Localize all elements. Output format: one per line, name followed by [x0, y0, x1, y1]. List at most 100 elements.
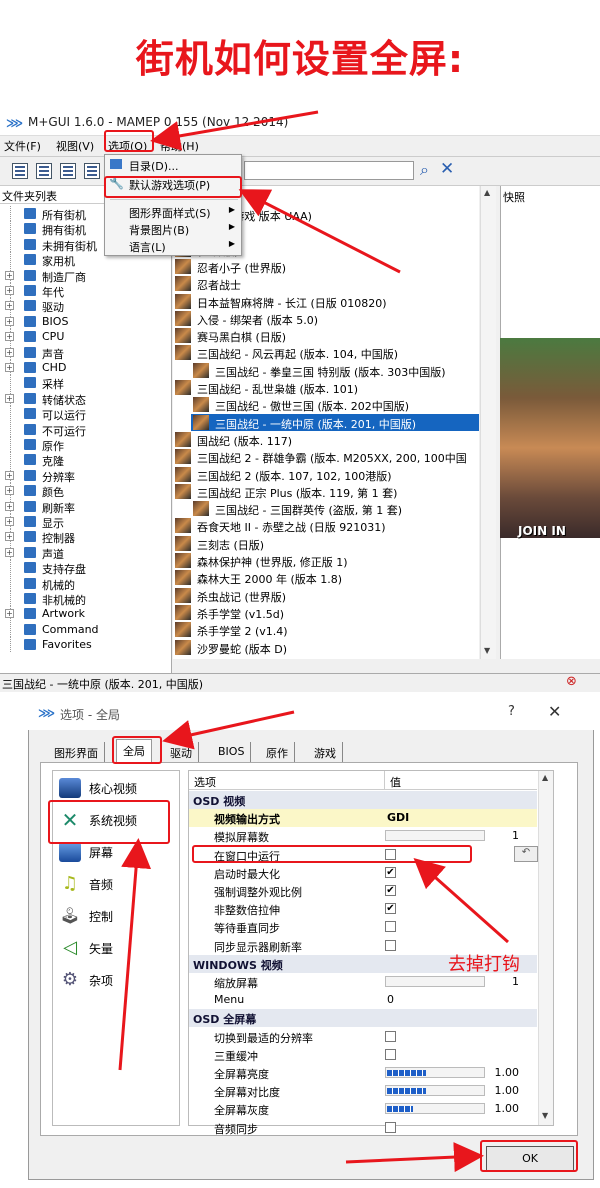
option-checkbox[interactable]: ✔	[385, 866, 396, 878]
folder-item[interactable]: + 显示	[0, 514, 172, 530]
menu-item-language[interactable]: 语言(L) ▶	[105, 237, 241, 254]
option-row[interactable]: 等待垂直同步	[189, 918, 537, 936]
category-core-video[interactable]: 核心视频	[55, 773, 173, 803]
expand-icon[interactable]: +	[5, 609, 14, 619]
expand-icon[interactable]: +	[5, 470, 14, 480]
game-row[interactable]: 杀手学堂 (v1.5d)	[173, 604, 479, 621]
option-spin-field[interactable]	[385, 830, 485, 842]
option-value[interactable]: GDI	[387, 811, 409, 824]
help-button[interactable]: ?	[508, 704, 515, 719]
folder-item[interactable]: + 年代	[0, 283, 172, 299]
option-checkbox[interactable]: ✔	[385, 885, 396, 896]
menu-view[interactable]: 视图(V)	[56, 138, 94, 154]
folder-item[interactable]: + CHD	[0, 360, 172, 375]
view-list-button[interactable]	[60, 163, 76, 179]
option-grid-scrollbar[interactable]: ▲ ▼	[538, 771, 553, 1125]
folder-item[interactable]: + 转储状态	[0, 390, 172, 407]
menu-item-directories[interactable]: 目录(D)...	[105, 156, 241, 173]
game-row[interactable]: 三国战纪 - 乱世枭雄 (版本. 101)	[173, 379, 479, 396]
option-row[interactable]: 全屏幕对比度 1.00	[189, 1082, 537, 1100]
clear-search-icon[interactable]: ✕	[440, 159, 454, 179]
category-audio[interactable]: ♫ 音频	[55, 869, 173, 899]
option-row[interactable]: 三重缓冲	[189, 1046, 537, 1064]
game-row[interactable]: 森林大王 2000 年 (版本 1.8)	[173, 569, 479, 586]
menu-file[interactable]: 文件(F)	[4, 138, 41, 154]
scroll-down-icon[interactable]: ▼	[542, 1111, 548, 1120]
game-row[interactable]: 三刻志 (日版)	[173, 535, 479, 552]
folder-item[interactable]: + 刷新率	[0, 498, 172, 515]
option-row[interactable]: 全屏幕灰度 1.00	[189, 1100, 537, 1118]
folder-item[interactable]: + CPU	[0, 329, 172, 345]
folder-item[interactable]: + 声音	[0, 344, 172, 361]
view-details-button[interactable]	[84, 163, 100, 179]
option-checkbox[interactable]: ✔	[385, 903, 396, 915]
menu-item-background-image[interactable]: 背景图片(B) ▶	[105, 220, 241, 237]
expand-icon[interactable]: +	[5, 547, 14, 557]
menu-item-gui-style[interactable]: 图形界面样式(S) ▶	[105, 203, 241, 220]
option-row[interactable]: 模拟屏幕数 1	[189, 827, 537, 845]
expand-icon[interactable]: +	[5, 486, 14, 496]
option-row[interactable]: Menu 0	[189, 991, 537, 1009]
search-input[interactable]	[244, 161, 414, 180]
view-small-icons-button[interactable]	[36, 163, 52, 179]
option-value[interactable]: 0	[387, 993, 394, 1006]
folder-item[interactable]: + 控制器	[0, 529, 172, 545]
expand-icon[interactable]: +	[5, 286, 14, 295]
game-row[interactable]: 日本益智麻将牌 - 长江 (日版 010820)	[173, 293, 479, 310]
game-row[interactable]: 吞食天地 II - 赤壁之战 (日版 921031)	[173, 517, 479, 534]
folder-item[interactable]: + 颜色	[0, 483, 172, 499]
game-row[interactable]: 三国战纪 - 傲世三国 (版本. 202中国版)	[191, 396, 479, 413]
tab-gui[interactable]: 图形界面	[48, 742, 105, 762]
folder-item[interactable]: + 制造厂商	[0, 267, 172, 284]
expand-icon[interactable]: +	[5, 501, 14, 511]
category-vector[interactable]: ◁ 矢量	[55, 933, 173, 963]
scroll-up-icon[interactable]: ▲	[484, 188, 490, 197]
option-row[interactable]: 视频输出方式 GDI	[189, 809, 537, 828]
folder-item[interactable]: 不可运行	[0, 421, 172, 438]
option-slider[interactable]	[385, 1067, 485, 1078]
category-controls[interactable]: 🕹 控制	[55, 901, 173, 931]
expand-icon[interactable]: +	[5, 301, 14, 311]
close-icon[interactable]: ✕	[548, 702, 561, 721]
search-icon[interactable]: ⌕	[420, 160, 429, 180]
tab-bios[interactable]: BIOS	[212, 742, 252, 762]
option-spin-field[interactable]	[385, 976, 485, 987]
option-slider[interactable]	[385, 1103, 485, 1115]
tab-game[interactable]: 游戏	[308, 742, 343, 762]
folder-item[interactable]: 克隆	[0, 452, 172, 468]
option-row[interactable]: 音频同步	[189, 1119, 537, 1137]
folder-item[interactable]: 采样	[0, 375, 172, 391]
reset-default-button[interactable]: ↶	[514, 846, 538, 862]
option-row[interactable]: 切换到最适的分辨率	[189, 1028, 537, 1046]
menu-help[interactable]: 帮助(H)	[160, 138, 199, 154]
option-row[interactable]: 启动时最大化 ✔	[189, 864, 537, 882]
folder-item[interactable]: 机械的	[0, 575, 172, 592]
game-row[interactable]: 三国战纪 - 一统中原 (版本. 201, 中国版)	[191, 413, 479, 431]
folder-item[interactable]: 非机械的	[0, 591, 172, 607]
expand-icon[interactable]: +	[5, 532, 14, 542]
game-row[interactable]: 三国战纪 2 - 群雄争霸 (版本. M205XX, 200, 100中国	[173, 448, 479, 465]
option-checkbox[interactable]	[385, 939, 396, 951]
folder-item[interactable]: 原作	[0, 437, 172, 453]
folder-item[interactable]: + Artwork	[0, 606, 172, 622]
tab-driver[interactable]: 驱动	[164, 742, 199, 762]
expand-icon[interactable]: +	[5, 270, 14, 280]
option-group-header[interactable]: OSD 视频	[189, 791, 537, 809]
expand-icon[interactable]: +	[5, 363, 14, 372]
game-row[interactable]: 森林保护神 (世界版, 修正版 1)	[173, 552, 479, 569]
game-row[interactable]: 赛马黑白棋 (日版)	[173, 327, 479, 344]
option-row[interactable]: 非整数倍拉伸 ✔	[189, 900, 537, 918]
scroll-down-icon[interactable]: ▼	[484, 646, 490, 655]
folder-item[interactable]: + BIOS	[0, 313, 172, 329]
folder-item[interactable]: Favorites	[0, 637, 172, 653]
game-row[interactable]: 忍者小子 (世界版)	[173, 258, 479, 275]
option-checkbox[interactable]	[385, 921, 396, 933]
game-row[interactable]: 杀虫战记 (世界版)	[173, 587, 479, 604]
category-misc[interactable]: ⚙ 杂项	[55, 965, 173, 995]
game-row[interactable]: 三国战纪 - 三国群英传 (盗版, 第 1 套)	[191, 500, 479, 517]
option-checkbox[interactable]	[385, 1030, 396, 1042]
game-row[interactable]: 入侵 - 绑架者 (版本 5.0)	[173, 310, 479, 327]
grid-header-value[interactable]: 值	[390, 774, 401, 790]
grid-header-option[interactable]: 选项	[194, 774, 216, 790]
folder-item[interactable]: + 驱动	[0, 298, 172, 314]
